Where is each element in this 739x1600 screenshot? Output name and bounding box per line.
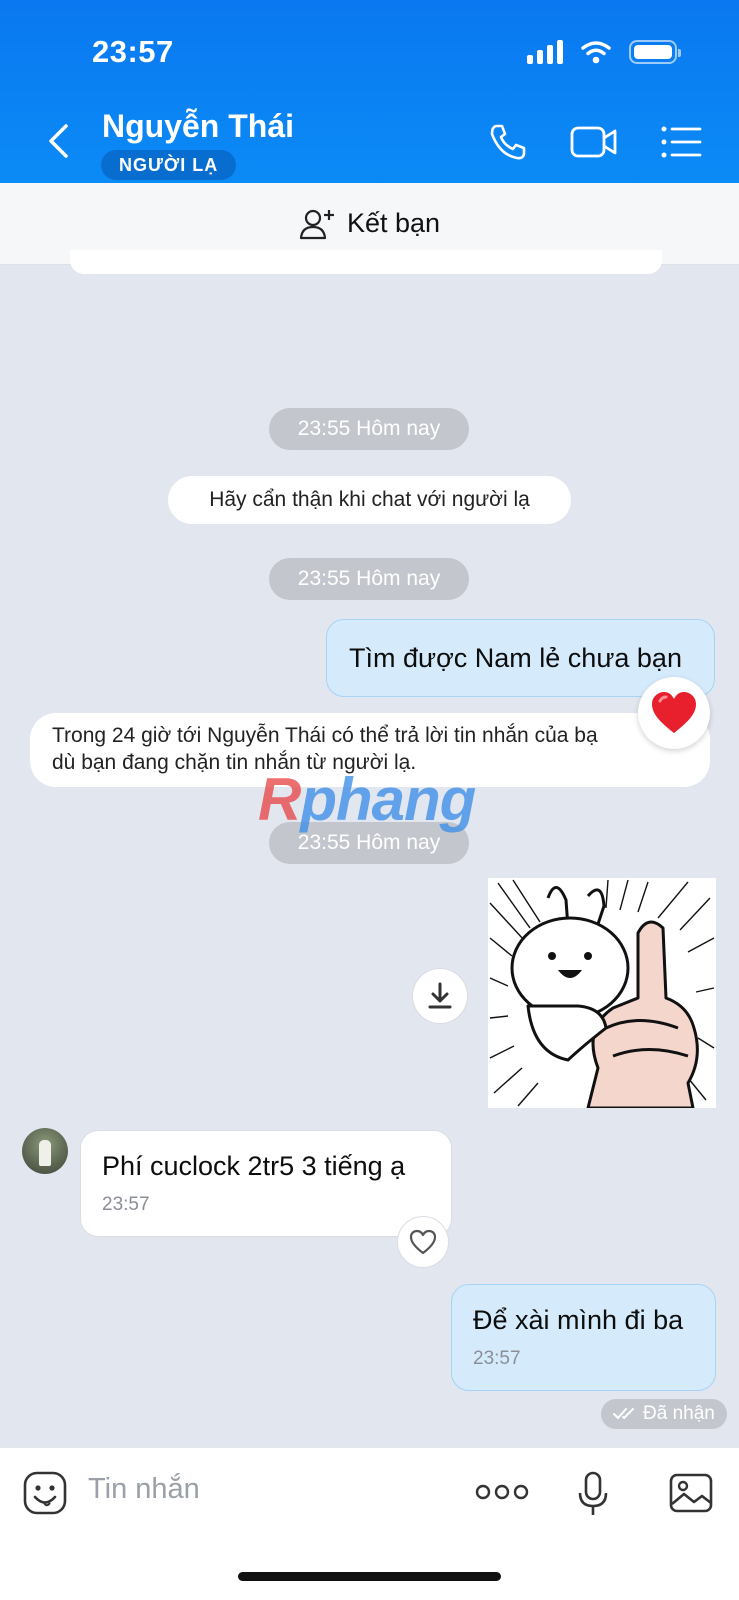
back-icon (49, 124, 68, 158)
menu-button[interactable] (656, 118, 708, 166)
outgoing-message[interactable]: Để xài mình đi ba 23:57 (451, 1284, 716, 1391)
message-text: Tìm được Nam lẻ chưa bạn (349, 642, 682, 673)
more-icon (475, 1484, 529, 1500)
message-text: Để xài mình đi ba (473, 1305, 684, 1335)
message-time: 23:57 (102, 1194, 150, 1215)
video-call-button[interactable] (568, 118, 620, 166)
download-icon (428, 982, 452, 1009)
delivery-status: Đã nhận (601, 1399, 727, 1429)
menu-icon (661, 126, 702, 158)
voice-button[interactable] (576, 1470, 610, 1518)
watermark-logo: Rphang (258, 766, 476, 833)
signal-icon (527, 40, 563, 64)
add-friend-label: Kết bạn (346, 208, 441, 238)
heart-reaction[interactable] (638, 677, 710, 749)
contact-name[interactable]: Nguyễn Thái (102, 108, 294, 145)
heart-icon (652, 692, 696, 733)
home-indicator[interactable] (238, 1572, 501, 1581)
sticker-button[interactable] (22, 1470, 68, 1516)
image-icon (669, 1473, 713, 1513)
wifi-icon (581, 41, 611, 64)
timestamp-pill: 23:55 Hôm nay (269, 408, 469, 450)
add-friend-icon (299, 209, 334, 239)
message-input[interactable]: Tin nhắn (88, 1473, 200, 1506)
stranger-badge: NGƯỜI LẠ (101, 150, 237, 180)
sticker-icon (23, 1471, 67, 1515)
checkmark-icon (613, 1408, 634, 1419)
status-time: 23:57 (92, 34, 174, 69)
image-button[interactable] (668, 1472, 714, 1514)
more-button[interactable] (475, 1478, 529, 1506)
like-button[interactable] (397, 1216, 449, 1268)
mic-icon (578, 1471, 608, 1515)
download-button[interactable] (412, 968, 468, 1024)
video-icon (570, 126, 617, 158)
battery-icon (629, 40, 681, 64)
phone-icon (490, 124, 526, 160)
sticker-image[interactable] (488, 878, 716, 1108)
chat-header: 23:57 Nguyễn Thái NGƯỜI LẠ (0, 0, 739, 183)
timestamp-pill: 23:55 Hôm nay (269, 558, 469, 600)
rabbit-thumbs-up-sticker (489, 879, 715, 1108)
notice-line: Trong 24 giờ tới Nguyễn Thái có thể trả … (52, 724, 598, 747)
stranger-warning: Hãy cẩn thận khi chat với người lạ (168, 476, 571, 524)
like-icon (409, 1229, 437, 1255)
avatar[interactable] (22, 1128, 68, 1174)
previous-message-bubble (70, 250, 662, 274)
message-time: 23:57 (473, 1348, 521, 1369)
status-icons (527, 40, 681, 64)
delivery-status-label: Đã nhận (643, 1403, 715, 1424)
message-text: Phí cuclock 2tr5 3 tiếng ạ (102, 1151, 406, 1181)
call-button[interactable] (482, 118, 534, 166)
incoming-message[interactable]: Phí cuclock 2tr5 3 tiếng ạ 23:57 (80, 1130, 452, 1237)
back-button[interactable] (38, 118, 78, 164)
